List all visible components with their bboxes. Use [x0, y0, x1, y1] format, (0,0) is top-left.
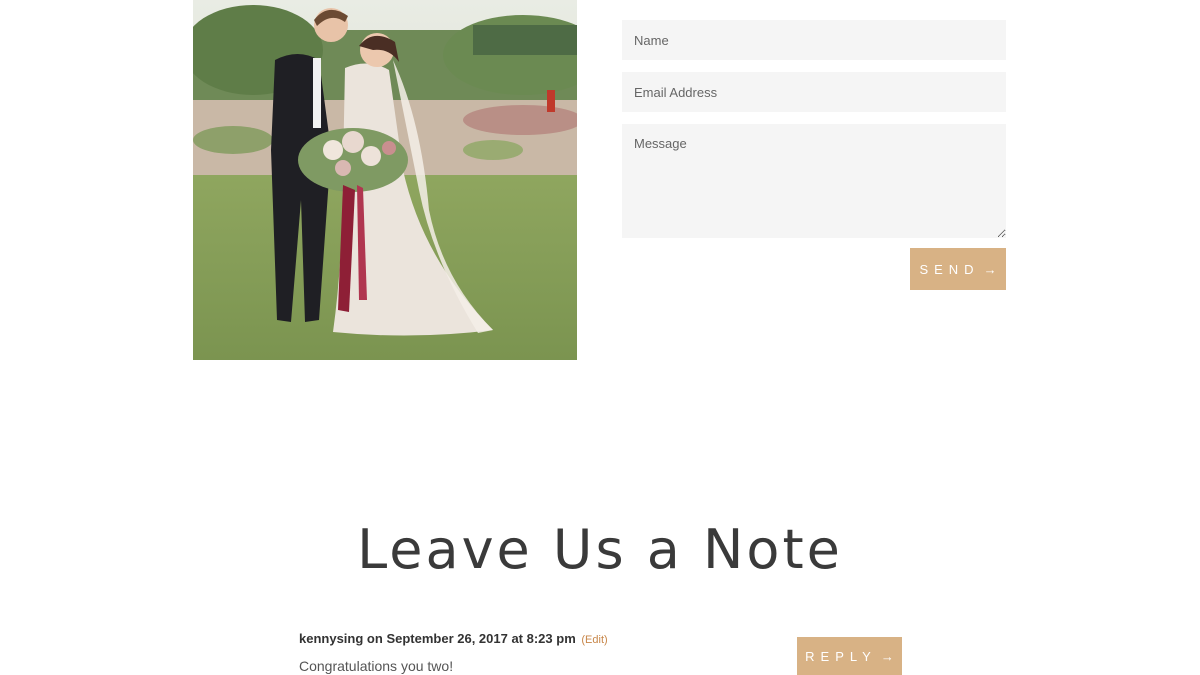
comment-meta: kennysing on September 26, 2017 at 8:23 … [299, 631, 608, 646]
send-button[interactable]: SEND → [910, 248, 1006, 290]
comment-date: September 26, 2017 at 8:23 pm [386, 631, 576, 646]
wedding-photo [193, 0, 577, 360]
edit-link[interactable]: (Edit) [581, 634, 607, 646]
name-field[interactable] [622, 20, 1006, 60]
section-title: Leave Us a Note [357, 518, 843, 581]
arrow-right-icon: → [880, 648, 894, 664]
reply-button-label: REPLY [805, 648, 877, 664]
email-field[interactable] [622, 72, 1006, 112]
reply-button[interactable]: REPLY → [797, 637, 902, 675]
comment-on: on [366, 631, 383, 646]
message-field[interactable] [622, 124, 1006, 238]
page: SEND → Leave Us a Note kennysing on Sept… [0, 0, 1200, 675]
comment-author: kennysing [299, 631, 364, 646]
send-button-label: SEND [919, 261, 980, 277]
comment-text: Congratulations you two! [299, 658, 454, 674]
arrow-right-icon: → [983, 261, 997, 277]
contact-form: SEND → [622, 20, 1006, 290]
